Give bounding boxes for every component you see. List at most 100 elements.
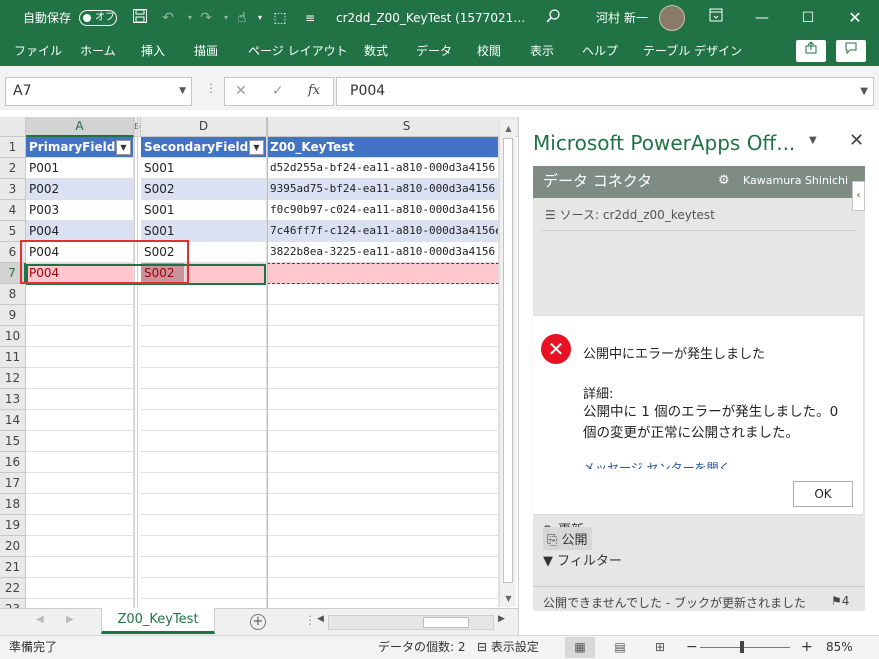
- screenshot-icon[interactable]: ⬚: [270, 8, 290, 28]
- empty-cell[interactable]: [141, 326, 267, 347]
- empty-cell[interactable]: [141, 452, 267, 473]
- zoom-slider-thumb[interactable]: [740, 641, 744, 653]
- customize-toolbar-icon[interactable]: ≡: [300, 8, 320, 28]
- row-header[interactable]: 2: [0, 158, 26, 179]
- row-header[interactable]: 12: [0, 368, 26, 389]
- row-header[interactable]: 3: [0, 179, 26, 200]
- scroll-up-icon[interactable]: ▲: [500, 120, 517, 137]
- row-header[interactable]: 15: [0, 431, 26, 452]
- next-sheet-icon[interactable]: ▶: [66, 614, 74, 625]
- column-header-d[interactable]: D: [141, 117, 267, 137]
- zoom-slider[interactable]: [700, 647, 790, 648]
- empty-cell[interactable]: [267, 452, 499, 473]
- empty-cell[interactable]: [267, 536, 499, 557]
- tab-page-layout[interactable]: ページ レイアウト: [248, 36, 348, 66]
- tab-table-design[interactable]: テーブル デザイン: [643, 36, 742, 66]
- empty-cell[interactable]: [267, 389, 499, 410]
- row-header[interactable]: 4: [0, 200, 26, 221]
- row-header[interactable]: 11: [0, 347, 26, 368]
- drag-handle-icon[interactable]: ⋮: [205, 81, 217, 95]
- close-icon[interactable]: ✕: [845, 8, 865, 28]
- empty-cell[interactable]: [267, 347, 499, 368]
- row-header[interactable]: 17: [0, 473, 26, 494]
- publish-item[interactable]: ⎘ 公開: [543, 527, 592, 550]
- tab-view[interactable]: 表示: [530, 36, 554, 66]
- message-center-link[interactable]: メッセージ センターを開く: [583, 459, 731, 469]
- empty-cell[interactable]: [26, 326, 134, 347]
- empty-cell[interactable]: [267, 578, 499, 599]
- touch-mode-icon[interactable]: ☝: [232, 8, 252, 28]
- table-header-cell[interactable]: Z00_KeyTest: [267, 137, 499, 158]
- table-cell[interactable]: 9395ad75-bf24-ea11-a810-000d3a4156: [267, 179, 499, 200]
- empty-cell[interactable]: [267, 410, 499, 431]
- tab-split-handle-icon[interactable]: ⋮: [304, 613, 316, 627]
- row-header[interactable]: 8: [0, 284, 26, 305]
- row-header[interactable]: 13: [0, 389, 26, 410]
- row-header[interactable]: 23: [0, 599, 26, 608]
- tab-data[interactable]: データ: [416, 36, 452, 66]
- filter-dropdown-icon[interactable]: ▼: [116, 140, 131, 155]
- empty-cell[interactable]: [141, 410, 267, 431]
- empty-cell[interactable]: [26, 599, 134, 608]
- row-header[interactable]: 16: [0, 452, 26, 473]
- empty-cell[interactable]: [26, 536, 134, 557]
- table-cell[interactable]: P004: [26, 221, 134, 242]
- row-header[interactable]: 18: [0, 494, 26, 515]
- autosave-toggle[interactable]: オフ: [79, 10, 117, 26]
- empty-cell[interactable]: [267, 431, 499, 452]
- close-icon[interactable]: ✕: [849, 130, 864, 151]
- name-box[interactable]: A7 ▼: [5, 77, 192, 106]
- flag-count[interactable]: ⚑4: [831, 594, 849, 608]
- row-header[interactable]: 14: [0, 410, 26, 431]
- table-cell[interactable]: 3822b8ea-3225-ea11-a810-000d3a4156: [267, 242, 499, 263]
- empty-cell[interactable]: [26, 389, 134, 410]
- redo-icon[interactable]: ↷: [196, 8, 216, 28]
- enter-icon[interactable]: ✓: [272, 83, 284, 99]
- worksheet-grid[interactable]: A E( D S 1234567891011121314151617181920…: [0, 117, 518, 608]
- filter-item[interactable]: ▼ フィルター: [543, 550, 622, 569]
- empty-cell[interactable]: [141, 599, 267, 608]
- empty-cell[interactable]: [141, 431, 267, 452]
- maximize-icon[interactable]: ☐: [798, 8, 818, 28]
- table-cell[interactable]: 7c46ff7f-c124-ea11-a810-000d3a4156e: [267, 221, 499, 242]
- row-header[interactable]: 1: [0, 137, 26, 158]
- empty-cell[interactable]: [26, 305, 134, 326]
- table-cell[interactable]: d52d255a-bf24-ea11-a810-000d3a4156: [267, 158, 499, 179]
- scroll-left-icon[interactable]: ◀: [317, 614, 324, 624]
- empty-cell[interactable]: [141, 284, 267, 305]
- cancel-icon[interactable]: ✕: [235, 83, 247, 99]
- tab-home[interactable]: ホーム: [80, 36, 116, 66]
- zoom-out-icon[interactable]: −: [686, 636, 698, 659]
- refresh-item[interactable]: ⟳ 更新: [543, 519, 584, 527]
- empty-cell[interactable]: [267, 515, 499, 536]
- row-header[interactable]: 9: [0, 305, 26, 326]
- undo-icon[interactable]: ↶: [158, 8, 178, 28]
- table-cell[interactable]: S001: [141, 158, 267, 179]
- normal-view-icon[interactable]: ▦: [565, 637, 595, 658]
- empty-cell[interactable]: [141, 305, 267, 326]
- empty-cell[interactable]: [26, 494, 134, 515]
- save-icon[interactable]: [130, 8, 150, 28]
- column-header-s[interactable]: S: [267, 117, 518, 137]
- empty-cell[interactable]: [267, 326, 499, 347]
- ok-button[interactable]: OK: [793, 481, 853, 507]
- empty-cell[interactable]: [141, 494, 267, 515]
- table-cell[interactable]: f0c90b97-c024-ea11-a810-000d3a4156: [267, 200, 499, 221]
- empty-cell[interactable]: [141, 578, 267, 599]
- empty-cell[interactable]: [141, 473, 267, 494]
- pane-options-icon[interactable]: ▼: [809, 135, 817, 146]
- tab-review[interactable]: 校閲: [477, 36, 501, 66]
- empty-cell[interactable]: [141, 389, 267, 410]
- minimize-icon[interactable]: —: [752, 8, 772, 28]
- empty-cell[interactable]: [26, 368, 134, 389]
- sheet-tab[interactable]: Z00_KeyTest: [101, 608, 215, 634]
- expand-formula-icon[interactable]: ▼: [860, 78, 868, 105]
- share-button[interactable]: [796, 40, 826, 62]
- tab-insert[interactable]: 挿入: [141, 36, 165, 66]
- zoom-in-icon[interactable]: +: [801, 636, 813, 659]
- collapse-tab[interactable]: ‹: [852, 181, 865, 211]
- chevron-down-icon[interactable]: ▼: [179, 78, 186, 105]
- insert-function-icon[interactable]: fx: [308, 83, 320, 98]
- empty-cell[interactable]: [26, 431, 134, 452]
- table-cell[interactable]: P001: [26, 158, 134, 179]
